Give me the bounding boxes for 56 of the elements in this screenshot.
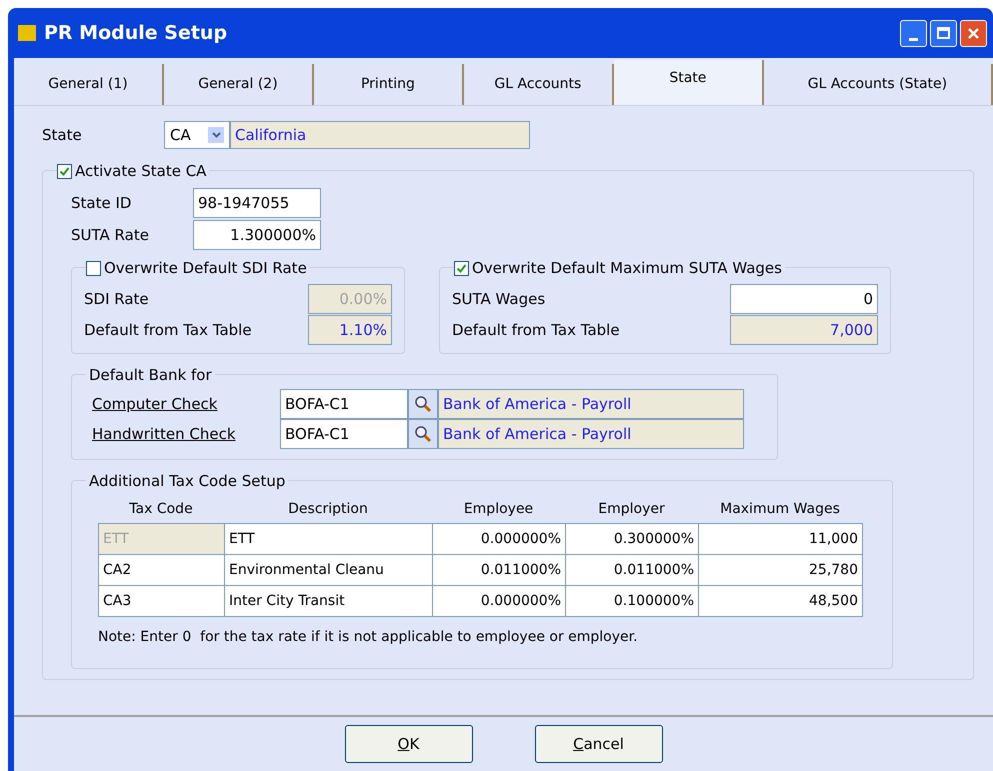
input-field[interactable]: 98-1947055 — [193, 188, 321, 218]
link[interactable]: Handwritten Check — [92, 422, 280, 446]
field-label: State ID — [71, 192, 132, 214]
minimize-button[interactable] — [900, 20, 927, 46]
bank-name-field: Bank of America - Payroll — [438, 389, 744, 419]
table-cell: 0.000000% — [433, 586, 566, 617]
field-label: Default from Tax Table — [452, 320, 620, 341]
state-name-field: California — [230, 121, 530, 149]
table-cell: 0.300000% — [566, 524, 699, 555]
input-field[interactable]: BOFA-C1 — [280, 389, 408, 419]
table-cell: 0.100000% — [566, 586, 699, 617]
table-cell: 0.000000% — [433, 524, 566, 555]
table-cell: ETT — [225, 524, 433, 555]
field-label: SUTA Rate — [71, 224, 150, 246]
field-label: State — [42, 124, 83, 146]
column-header: Description — [287, 500, 369, 518]
field-label: Default from Tax Table — [84, 320, 252, 341]
input-field[interactable]: 1.300000% — [193, 220, 321, 250]
search-icon — [414, 395, 432, 413]
app-icon — [18, 25, 36, 41]
table-cell: 0.011000% — [433, 555, 566, 586]
dialog-button[interactable]: Cancel — [534, 725, 662, 763]
table-cell: 48,500 — [699, 586, 863, 617]
close-icon — [967, 26, 980, 40]
input-field[interactable]: BOFA-C1 — [280, 419, 408, 449]
tab[interactable]: State — [614, 60, 764, 105]
lookup-button[interactable] — [408, 389, 438, 419]
lookup-button[interactable] — [408, 419, 438, 449]
checkbox[interactable] — [86, 260, 101, 276]
table-cell: Environmental Cleanu — [225, 555, 433, 586]
table-cell: Inter City Transit — [225, 586, 433, 617]
checkbox[interactable] — [454, 260, 469, 276]
checkbox[interactable] — [57, 164, 72, 179]
column-header: Employer — [597, 500, 666, 518]
dialog-button[interactable]: OK — [344, 725, 472, 763]
bank-name-field: Bank of America - Payroll — [438, 419, 744, 449]
table-cell: 0.011000% — [566, 555, 699, 586]
link[interactable]: Computer Check — [92, 392, 280, 416]
table-cell: CA2 — [99, 555, 225, 586]
close-button[interactable] — [960, 20, 987, 46]
note-text: Note: Enter 0 for the tax rate if it is not applicable to employee or employer. — [98, 628, 639, 647]
maximize-button[interactable] — [930, 20, 957, 46]
window-title: PR Module Setup — [44, 20, 228, 46]
search-icon — [414, 425, 432, 443]
dropdown-icon — [208, 127, 224, 143]
table-cell: ETT — [99, 524, 225, 555]
column-header: Maximum Wages — [719, 500, 841, 518]
field-label: SDI Rate — [84, 288, 149, 310]
table-cell: 25,780 — [699, 555, 863, 586]
table-cell: CA3 — [99, 586, 225, 617]
field-label: SUTA Wages — [452, 288, 546, 310]
column-header: Employee — [462, 500, 534, 518]
input-field[interactable]: 0 — [730, 284, 878, 314]
state-dropdown[interactable]: CA — [164, 121, 230, 149]
table-cell: 11,000 — [699, 524, 863, 555]
column-header: Tax Code — [128, 500, 194, 518]
